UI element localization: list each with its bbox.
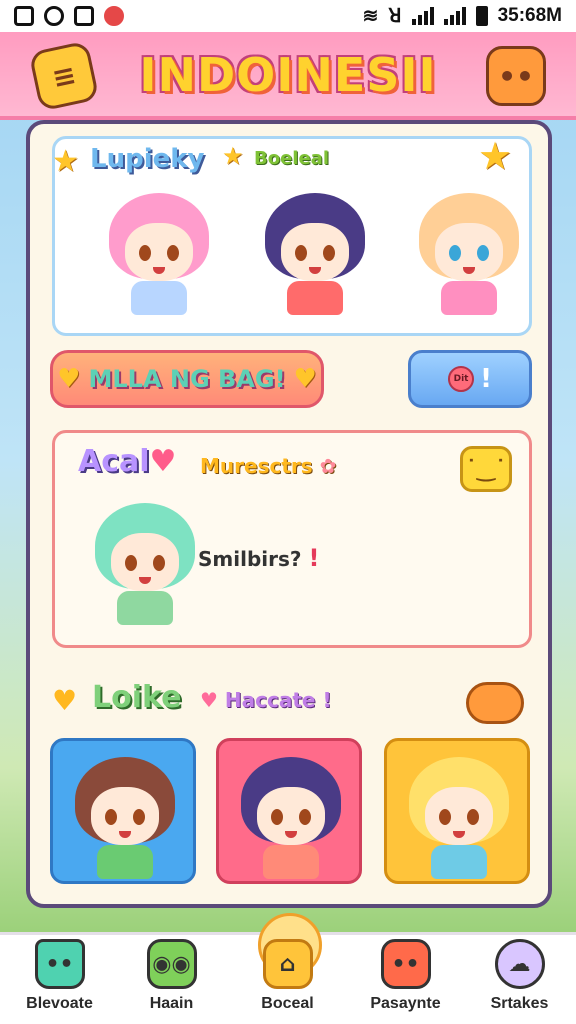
character-message: Smilbirs? ! [198, 544, 319, 572]
frog-icon: ◉◉ [146, 939, 197, 989]
star-icon: ★ [52, 144, 79, 179]
star-badge-icon[interactable]: ★ [478, 134, 512, 178]
nav-item-boceal[interactable]: ⌂ Boceal [230, 913, 345, 1024]
heart-icon: ♥ [293, 364, 317, 394]
status-bar: ≋ ꓤ 35:68M [0, 0, 576, 32]
character-purple-hair-tile [231, 751, 351, 881]
section-label-bottom-mark: ! [322, 688, 332, 712]
house-monster-icon: •• [34, 939, 85, 989]
section-label-bottom-right: ♥ Haccate ! [200, 688, 332, 712]
signal-icon [411, 7, 434, 25]
alert-button[interactable]: Dit ! [408, 350, 532, 408]
star-icon: ★ [222, 142, 244, 170]
nav-item-blevoate[interactable]: •• Blevoate [2, 935, 117, 1024]
nav-label: Blevoate [26, 995, 93, 1012]
section-label-bottom-left: Loike [92, 680, 182, 715]
message-mark: ! [308, 544, 320, 572]
character-purple-hair[interactable] [255, 187, 375, 317]
notification-icon [104, 6, 124, 26]
message-text: Smilbirs? [198, 547, 302, 571]
heart-icon: ♥ [57, 364, 81, 394]
character-button[interactable]: •• [486, 46, 546, 106]
play-bag-button[interactable]: ♥ MLLA NG BAG! ♥ [50, 350, 324, 408]
bottom-nav: •• Blevoate ◉◉ Haain ⌂ Boceal •• Pasaynt… [0, 913, 576, 1024]
app-icon [14, 6, 34, 26]
section-label-top-left: Lupieky [90, 144, 205, 174]
character-tile-blonde[interactable] [384, 738, 530, 884]
app-header: ≡ INDOINESII •• [0, 32, 576, 120]
section-label-middle-left: Acal♥ [78, 444, 176, 479]
nav-label: Pasaynte [370, 995, 441, 1012]
main-card: ★ Lupieky ★ Boeleal ★ ♥ MLLA NG BAG! ♥ D… [26, 120, 552, 908]
gmail-icon [44, 6, 64, 26]
bear-icon: •• [380, 939, 431, 989]
nav-label: Haain [149, 995, 194, 1012]
section-label-bottom-right-text: Haccate [224, 688, 316, 712]
heart-icon: ♥ [149, 444, 177, 479]
character-blonde-hair-tile [399, 751, 519, 881]
status-right-icons: ≋ ꓤ 35:68M [362, 5, 562, 28]
character-icon: •• [498, 59, 534, 93]
pet-icon[interactable] [466, 682, 524, 724]
battery-icon [475, 6, 488, 26]
sparkle-icon: ✿ [319, 454, 337, 478]
character-tile-purple[interactable] [216, 738, 362, 884]
character-tile-brown[interactable] [50, 738, 196, 884]
section-label-middle-right-text: Muresctrs [200, 454, 313, 478]
alert-badge: Dit [448, 366, 475, 392]
section-label-middle-left-text: Acal [78, 444, 150, 479]
nfc-icon: ꓤ [388, 5, 402, 27]
status-left-icons [14, 6, 124, 26]
smile-button[interactable]: ˙‿˙ [460, 446, 512, 492]
section-label-middle-right: Muresctrs ✿ [200, 454, 336, 478]
nav-label: Srtakes [490, 995, 549, 1012]
heart-icon: ♥ [52, 684, 78, 717]
home-icon: ⌂ [262, 939, 313, 989]
alert-mark: ! [480, 364, 492, 394]
signal-icon [443, 7, 466, 25]
character-pink-hair[interactable] [99, 187, 219, 317]
character-teal-hair[interactable] [85, 497, 205, 627]
heart-icon: ♥ [200, 688, 218, 712]
wifi-icon: ≋ [362, 5, 379, 27]
status-time: 35:68M [497, 5, 562, 26]
character-blonde-hair[interactable] [409, 187, 529, 317]
cloud-icon: ☁ [494, 939, 545, 989]
smile-icon: ˙‿˙ [465, 456, 507, 482]
play-bag-label: MLLA NG BAG! [88, 365, 286, 393]
nav-label: Boceal [261, 995, 314, 1012]
flag-icon [74, 6, 94, 26]
nav-item-haain[interactable]: ◉◉ Haain [114, 935, 229, 1024]
section-label-top-right: Boeleal [254, 148, 329, 169]
character-brown-hair [65, 751, 185, 881]
nav-item-srtakes[interactable]: ☁ Srtakes [462, 935, 576, 1024]
nav-item-pasaynte[interactable]: •• Pasaynte [348, 935, 463, 1024]
